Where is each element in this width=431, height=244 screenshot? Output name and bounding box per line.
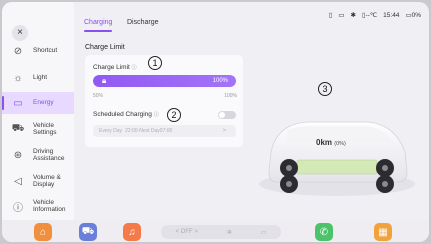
sidebar-item-label: Energy: [33, 99, 54, 107]
range-percent: (0%): [334, 141, 346, 147]
charge-limit-text: Charge Limit: [93, 64, 130, 71]
charge-limit-slider[interactable]: 🔒︎ 100%: [93, 75, 236, 87]
info-icon[interactable]: ⓘ: [132, 65, 137, 71]
schedule-time: 22:00-Next Day07:00: [125, 128, 173, 134]
home-button[interactable]: ⌂: [34, 223, 52, 241]
sidebar-item-driving-assistance[interactable]: ⊛ Driving Assistance: [2, 144, 74, 166]
link-icon: ⊘: [13, 45, 23, 57]
sidebar-item-label: Vehicle Information: [33, 198, 66, 214]
scheduled-charging-toggle[interactable]: [218, 111, 236, 119]
battery-status: ▭0%: [405, 11, 421, 19]
tab-charging[interactable]: Charging: [84, 19, 112, 26]
phone-call-icon: ✆: [319, 226, 329, 238]
scheduled-charging-text: Scheduled Charging: [93, 111, 152, 118]
info-icon: ⓘ: [13, 202, 23, 214]
apps-grid-icon: ▦: [378, 226, 388, 238]
sidebar-item-energy[interactable]: ▭ Energy: [2, 92, 74, 114]
clock: 15:44: [383, 11, 400, 19]
music-icon: ♫: [128, 226, 136, 238]
car-icon: ⛟: [11, 122, 25, 134]
sidebar-item-label: Shortcut: [33, 47, 58, 55]
slider-max-label: 100%: [224, 93, 237, 99]
dock: ⌂ ⛟ ♫ < OFF > ✲ ▭ ✆ ▦: [2, 220, 429, 242]
schedule-days: Every Day: [99, 128, 123, 134]
lock-icon: 🔒︎: [102, 76, 107, 85]
screen-icon: ▭: [338, 12, 345, 19]
climate-control[interactable]: < OFF > ✲ ▭: [161, 225, 281, 239]
section-title: Charge Limit: [85, 44, 125, 51]
climate-status: < OFF >: [175, 229, 198, 235]
callout-2: 2: [167, 108, 181, 122]
sidebar-item-shortcut[interactable]: ⊘ Shortcut: [2, 40, 74, 62]
car-icon: ⛟: [81, 225, 95, 237]
info-icon[interactable]: ⓘ: [154, 112, 159, 118]
charge-settings-card: Charge Limit ⓘ 🔒︎ 100% 50% 100% Schedule…: [85, 55, 243, 147]
seat-heat-icon[interactable]: ▭: [261, 229, 267, 236]
light-icon: ☼: [13, 72, 23, 84]
sidebar-item-label: Light: [33, 74, 48, 82]
sidebar: × ⊘ Shortcut ☼ Light ▭ Energy ⛟ Vehicle …: [2, 2, 74, 220]
sidebar-item-vehicle-settings[interactable]: ⛟ Vehicle Settings: [2, 118, 74, 140]
charge-limit-label: Charge Limit ⓘ: [93, 64, 137, 71]
chevron-right-icon: >: [222, 128, 226, 134]
range-readout: 0km (0%): [316, 138, 346, 147]
home-icon: ⌂: [39, 226, 47, 238]
scheduled-charging-label: Scheduled Charging ⓘ: [93, 111, 159, 118]
battery-percent: 0%: [411, 12, 421, 19]
tab-discharge[interactable]: Discharge: [127, 19, 159, 26]
range-value: 0km: [316, 138, 333, 147]
steering-icon: ⊛: [13, 149, 23, 161]
apps-button[interactable]: ▦: [374, 223, 392, 241]
bluetooth-icon: ✱: [350, 12, 356, 19]
sidebar-item-label: Volume & Display: [33, 173, 61, 189]
slider-min-label: 50%: [93, 93, 104, 99]
close-button[interactable]: ×: [12, 25, 28, 41]
temperature: ▯--℃: [362, 11, 377, 19]
sidebar-item-light[interactable]: ☼ Light: [2, 67, 74, 89]
sidebar-item-volume-display[interactable]: ◁ Volume & Display: [2, 170, 74, 192]
music-button[interactable]: ♫: [123, 223, 141, 241]
callout-3: 3: [318, 82, 332, 96]
app-window: × ⊘ Shortcut ☼ Light ▭ Energy ⛟ Vehicle …: [2, 2, 429, 242]
car-app-button[interactable]: ⛟: [79, 223, 97, 241]
phone-button[interactable]: ✆: [315, 223, 333, 241]
phone-icon: ▯: [328, 12, 333, 19]
sidebar-item-label: Driving Assistance: [33, 147, 65, 163]
sidebar-item-label: Vehicle Settings: [33, 121, 57, 137]
battery-icon: ▭: [13, 97, 23, 109]
active-tab-indicator: [84, 30, 112, 32]
sidebar-item-vehicle-information[interactable]: ⓘ Vehicle Information: [2, 195, 74, 217]
fan-icon[interactable]: ✲: [227, 229, 232, 236]
schedule-row[interactable]: Every Day 22:00-Next Day07:00 >: [93, 125, 236, 137]
slider-value: 100%: [212, 78, 228, 84]
temperature-value: --℃: [365, 12, 378, 19]
callout-1: 1: [148, 56, 162, 70]
speaker-icon: ◁: [14, 175, 22, 187]
status-bar: ▯ ▭ ✱ ▯--℃ 15:44 ▭0%: [328, 11, 421, 20]
car-illustration: [259, 121, 415, 196]
